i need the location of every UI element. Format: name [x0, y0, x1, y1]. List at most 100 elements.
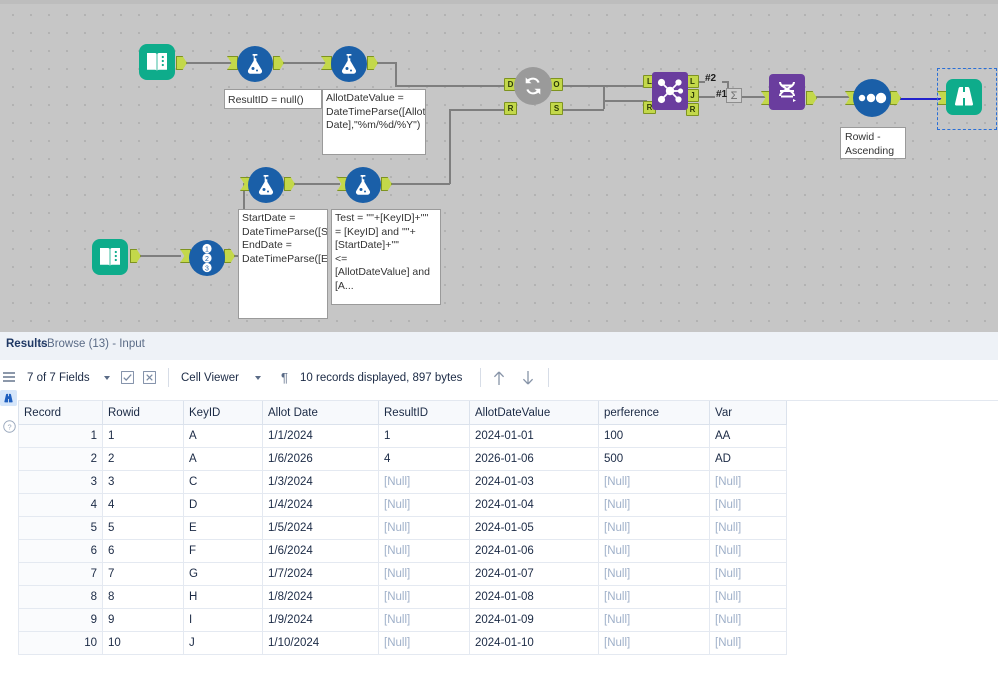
cell-allotdatevalue[interactable]: 2024-01-01 [469, 424, 599, 448]
arrow-up-icon[interactable] [490, 369, 507, 386]
cell-keyid[interactable]: A [183, 447, 263, 471]
cell-rowid[interactable]: 9 [102, 608, 184, 632]
cell-allot-date[interactable]: 1/6/2026 [262, 447, 379, 471]
cell-allot-date[interactable]: 1/6/2024 [262, 539, 379, 563]
cell-allot-date[interactable]: 1/5/2024 [262, 516, 379, 540]
cell-var[interactable]: [Null] [709, 585, 787, 609]
table-row[interactable]: 1 1 A 1/1/2024 1 2024-01-01 100 AA [18, 424, 787, 448]
cell-var[interactable]: [Null] [709, 608, 787, 632]
rail-browse-icon[interactable] [0, 390, 17, 406]
cell-keyid[interactable]: C [183, 470, 263, 494]
cell-perference[interactable]: [Null] [598, 631, 710, 655]
cell-allotdatevalue[interactable]: 2026-01-06 [469, 447, 599, 471]
formula-tool-3[interactable] [248, 167, 284, 203]
record-id-tool[interactable]: 1 2 3 [189, 240, 225, 276]
cell-record[interactable]: 4 [18, 493, 103, 517]
workflow-canvas[interactable]: Σ D R O S L R L J R 1 2 3 #2 #1 ResultID… [0, 0, 998, 332]
cell-allot-date[interactable]: 1/3/2024 [262, 470, 379, 494]
cell-keyid[interactable]: E [183, 516, 263, 540]
cell-perference[interactable]: [Null] [598, 493, 710, 517]
cell-resultid[interactable]: 1 [378, 424, 470, 448]
table-row[interactable]: 9 9 I 1/9/2024 [Null] 2024-01-09 [Null] [Null] [18, 608, 787, 632]
cell-rowid[interactable]: 10 [102, 631, 184, 655]
cell-allotdatevalue[interactable]: 2024-01-07 [469, 562, 599, 586]
arrow-down-icon[interactable] [519, 369, 536, 386]
cell-resultid[interactable]: [Null] [378, 562, 470, 586]
table-row[interactable]: 3 3 C 1/3/2024 [Null] 2024-01-03 [Null] [Null] [18, 470, 787, 494]
cell-rowid[interactable]: 8 [102, 585, 184, 609]
cell-record[interactable]: 3 [18, 470, 103, 494]
column-header-perference[interactable]: perference [598, 401, 710, 425]
output-anchor[interactable] [381, 177, 392, 191]
cell-var[interactable]: [Null] [709, 493, 787, 517]
cell-record[interactable]: 1 [18, 424, 103, 448]
append-fields-tool[interactable] [514, 67, 552, 105]
cell-record[interactable]: 7 [18, 562, 103, 586]
cell-resultid[interactable]: 4 [378, 447, 470, 471]
table-row[interactable]: 8 8 H 1/8/2024 [Null] 2024-01-08 [Null] [Null] [18, 585, 787, 609]
input-data-tool-2[interactable] [92, 239, 128, 275]
cell-perference[interactable]: [Null] [598, 562, 710, 586]
cell-allot-date[interactable]: 1/1/2024 [262, 424, 379, 448]
cell-record[interactable]: 2 [18, 447, 103, 471]
cell-var[interactable]: [Null] [709, 539, 787, 563]
output-anchor[interactable] [890, 91, 901, 105]
cell-record[interactable]: 10 [18, 631, 103, 655]
checkbox-icon[interactable] [119, 369, 136, 386]
column-header-allot-date[interactable]: Allot Date [262, 401, 379, 425]
formula-tool-4[interactable] [345, 167, 381, 203]
cell-resultid[interactable]: [Null] [378, 585, 470, 609]
cell-var[interactable]: [Null] [709, 631, 787, 655]
cell-allotdatevalue[interactable]: 2024-01-09 [469, 608, 599, 632]
output-anchor[interactable] [284, 177, 295, 191]
cell-allot-date[interactable]: 1/9/2024 [262, 608, 379, 632]
cell-resultid[interactable]: [Null] [378, 631, 470, 655]
cell-allotdatevalue[interactable]: 2024-01-05 [469, 516, 599, 540]
output-anchor[interactable] [224, 249, 235, 263]
formula-tool-1[interactable] [237, 46, 273, 82]
cell-allot-date[interactable]: 1/7/2024 [262, 562, 379, 586]
input-data-tool-1[interactable] [139, 44, 175, 80]
output-anchor[interactable] [273, 56, 284, 70]
cell-perference[interactable]: [Null] [598, 539, 710, 563]
cell-perference[interactable]: [Null] [598, 516, 710, 540]
cell-var[interactable]: [Null] [709, 562, 787, 586]
cell-allotdatevalue[interactable]: 2024-01-10 [469, 631, 599, 655]
pilcrow-icon[interactable]: ¶ [276, 369, 293, 386]
join-tool[interactable] [652, 72, 688, 110]
cell-allotdatevalue[interactable]: 2024-01-08 [469, 585, 599, 609]
results-grid[interactable]: Record Rowid KeyID Allot Date ResultID AllotD… [18, 401, 998, 674]
cell-var[interactable]: [Null] [709, 516, 787, 540]
cell-rowid[interactable]: 1 [102, 424, 184, 448]
cell-perference[interactable]: [Null] [598, 608, 710, 632]
cell-keyid[interactable]: F [183, 539, 263, 563]
output-anchor[interactable] [130, 249, 141, 263]
output-anchor[interactable] [367, 56, 378, 70]
clear-selection-icon[interactable] [141, 369, 158, 386]
cell-keyid[interactable]: A [183, 424, 263, 448]
cell-allotdatevalue[interactable]: 2024-01-04 [469, 493, 599, 517]
browse-tool[interactable] [946, 79, 982, 115]
cell-allotdatevalue[interactable]: 2024-01-03 [469, 470, 599, 494]
fields-count-label[interactable]: 7 of 7 Fields [27, 372, 90, 384]
cell-rowid[interactable]: 2 [102, 447, 184, 471]
cell-perference[interactable]: 100 [598, 424, 710, 448]
cell-perference[interactable]: [Null] [598, 470, 710, 494]
column-header-record[interactable]: Record [18, 401, 103, 425]
fields-dropdown-caret-icon[interactable] [103, 374, 111, 382]
question-circle-icon[interactable]: ? [1, 418, 17, 434]
cell-allot-date[interactable]: 1/4/2024 [262, 493, 379, 517]
cell-keyid[interactable]: G [183, 562, 263, 586]
table-row[interactable]: 10 10 J 1/10/2024 [Null] 2024-01-10 [Null] [Nul… [18, 631, 787, 655]
cell-viewer-label[interactable]: Cell Viewer [181, 372, 239, 384]
cell-keyid[interactable]: H [183, 585, 263, 609]
cell-record[interactable]: 9 [18, 608, 103, 632]
cell-rowid[interactable]: 3 [102, 470, 184, 494]
cell-rowid[interactable]: 5 [102, 516, 184, 540]
cell-resultid[interactable]: [Null] [378, 470, 470, 494]
cell-rowid[interactable]: 7 [102, 562, 184, 586]
output-anchor[interactable] [806, 91, 817, 105]
cell-keyid[interactable]: I [183, 608, 263, 632]
table-row[interactable]: 6 6 F 1/6/2024 [Null] 2024-01-06 [Null] [Null] [18, 539, 787, 563]
cell-resultid[interactable]: [Null] [378, 608, 470, 632]
